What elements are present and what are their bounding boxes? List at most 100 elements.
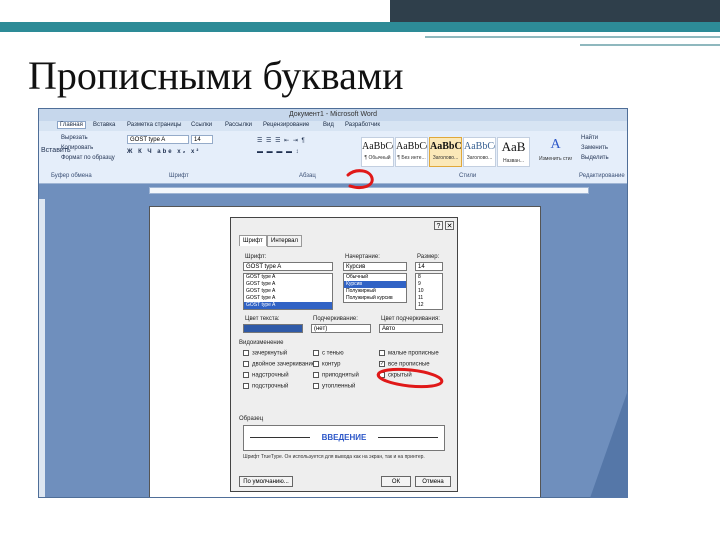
vertical-ruler[interactable] (39, 199, 45, 497)
checkbox-strikethrough[interactable]: зачеркнутый (243, 350, 287, 357)
underline-select[interactable]: (нет) (311, 324, 371, 333)
checkbox-shadow[interactable]: с тенью (313, 350, 344, 357)
format-painter-button[interactable]: Формат по образцу (61, 155, 115, 161)
font-name-box[interactable]: GOST type A (127, 135, 189, 144)
list-item[interactable]: Полужирный курсив (344, 295, 406, 302)
sample-label: Образец (239, 416, 264, 422)
text-color-label: Цвет текста: (245, 316, 280, 322)
style-label: Начертание: (345, 254, 380, 260)
list-item[interactable]: GOST type A (244, 281, 332, 288)
list-item[interactable]: 9 (416, 281, 442, 288)
underline-color-label: Цвет подчеркивания: (381, 316, 440, 322)
slide-accent-line (425, 36, 720, 38)
underline-color-select[interactable]: Авто (379, 324, 443, 333)
tab-font[interactable]: Шрифт (239, 235, 267, 246)
cut-button[interactable]: Вырезать (61, 135, 88, 141)
checkbox-emboss[interactable]: приподнятый (313, 372, 359, 379)
checkbox[interactable] (243, 361, 249, 367)
group-label-font: Шрифт (169, 173, 189, 179)
tab-review[interactable]: Рецензирование (263, 122, 309, 128)
style-heading-2[interactable]: AaBbCc Заголово... (463, 137, 496, 167)
group-label-editing: Редактирование (579, 173, 625, 179)
checkbox-all-caps[interactable]: ✓ все прописные (379, 361, 430, 368)
horizontal-ruler[interactable] (149, 187, 589, 194)
effects-label: Видоизменение (239, 340, 284, 346)
list-item[interactable]: 11 (416, 295, 442, 302)
checkbox[interactable]: ✓ (379, 361, 385, 367)
style-heading-1[interactable]: AaBbCc Заголово... (429, 137, 462, 167)
list-item[interactable]: 12 (416, 302, 442, 309)
preview-text: ВВЕДЕНИЕ (321, 433, 367, 442)
checkbox[interactable] (313, 361, 319, 367)
cancel-button[interactable]: Отмена (415, 476, 451, 487)
copy-button[interactable]: Копировать (61, 145, 93, 151)
checkbox-double-strikethrough[interactable]: двойное зачеркивание (243, 361, 315, 368)
checkbox[interactable] (313, 383, 319, 389)
list-item[interactable]: Полужирный (344, 288, 406, 295)
tab-references[interactable]: Ссылки (191, 122, 212, 128)
checkbox[interactable] (379, 350, 385, 356)
font-format-buttons[interactable]: Ж К Ч abe x₂ x² (127, 149, 200, 155)
list-item[interactable]: GOST type A (244, 295, 332, 302)
slide-decoration (590, 390, 628, 498)
paragraph-align-buttons[interactable]: ▬ ▬ ▬ ▬ ↕ (257, 149, 300, 155)
style-title[interactable]: AaB Назван... (497, 137, 530, 167)
size-field[interactable]: 14 (415, 262, 443, 271)
list-item[interactable]: Курсив (344, 281, 406, 288)
default-button[interactable]: По умолчанию... (239, 476, 293, 487)
checkbox-superscript[interactable]: надстрочный (243, 372, 289, 379)
style-field[interactable]: Курсив (343, 262, 407, 271)
font-preview: ВВЕДЕНИЕ (243, 425, 445, 451)
list-item[interactable]: 10 (416, 288, 442, 295)
replace-button[interactable]: Заменить (581, 145, 608, 151)
checkbox[interactable] (243, 372, 249, 378)
size-list[interactable]: 8 9 10 11 12 (415, 273, 443, 310)
checkbox[interactable] (313, 372, 319, 378)
font-list[interactable]: GOST type A GOST type A GOST type A GOST… (243, 273, 333, 310)
checkbox-engrave[interactable]: утопленный (313, 383, 355, 390)
change-styles-button[interactable]: A Изменить стили (539, 137, 572, 167)
group-label-paragraph: Абзац (299, 173, 316, 179)
underline-label: Подчеркивание: (313, 316, 358, 322)
tab-page-layout[interactable]: Разметка страницы (127, 122, 181, 128)
tab-view[interactable]: Вид (323, 122, 334, 128)
checkbox-small-caps[interactable]: малые прописные (379, 350, 439, 357)
group-label-styles: Стили (459, 173, 477, 179)
style-normal[interactable]: AaBbCc ¶ Обычный (361, 137, 394, 167)
list-item[interactable]: GOST type A (244, 288, 332, 295)
tab-home[interactable]: Главная (57, 121, 86, 129)
checkbox[interactable] (313, 350, 319, 356)
checkbox-hidden[interactable]: скрытый (379, 372, 412, 379)
checkbox-outline[interactable]: контур (313, 361, 340, 368)
font-field[interactable]: GOST type A (243, 262, 333, 271)
slide-title: Прописными буквами (28, 53, 404, 98)
close-button[interactable]: ✕ (445, 221, 454, 230)
list-item[interactable]: Обычный (344, 274, 406, 281)
find-button[interactable]: Найти (581, 135, 598, 141)
list-item[interactable]: GOST type A (244, 274, 332, 281)
help-button[interactable]: ? (434, 221, 443, 230)
window-title: Документ1 - Microsoft Word (39, 109, 627, 121)
font-size-box[interactable]: 14 (191, 135, 213, 144)
checkbox[interactable] (243, 350, 249, 356)
font-dialog: ? ✕ Шрифт Интервал Шрифт: GOST type A GO… (230, 217, 458, 492)
tab-developer[interactable]: Разработчик (345, 122, 380, 128)
word-window: Документ1 - Microsoft Word Главная Встав… (38, 108, 628, 498)
list-item[interactable]: GOST type A (244, 302, 332, 309)
style-no-spacing[interactable]: AaBbCc ¶ Без инте... (395, 137, 428, 167)
preview-note: Шрифт TrueType. Он используется для выво… (243, 454, 425, 460)
style-list[interactable]: Обычный Курсив Полужирный Полужирный кур… (343, 273, 407, 303)
checkbox[interactable] (243, 383, 249, 389)
font-label: Шрифт: (245, 254, 267, 260)
checkbox-subscript[interactable]: подстрочный (243, 383, 288, 390)
list-item[interactable]: 8 (416, 274, 442, 281)
text-color-select[interactable] (243, 324, 303, 333)
ok-button[interactable]: ОК (381, 476, 411, 487)
slide-top-band (0, 0, 720, 32)
tab-insert[interactable]: Вставка (93, 122, 115, 128)
paragraph-list-buttons[interactable]: ☰ ☰ ☰ ⇤ ⇥ ¶ (257, 137, 306, 144)
select-button[interactable]: Выделить (581, 155, 609, 161)
checkbox[interactable] (379, 372, 385, 378)
tab-mailings[interactable]: Рассылки (225, 122, 252, 128)
tab-spacing[interactable]: Интервал (267, 235, 302, 247)
